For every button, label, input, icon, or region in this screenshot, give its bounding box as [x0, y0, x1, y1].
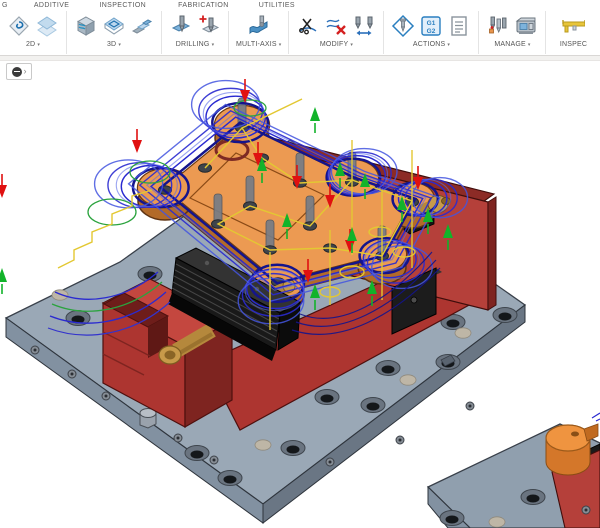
group-3d: 3D ▾: [67, 11, 162, 54]
group-label-modify[interactable]: MODIFY ▾: [320, 41, 353, 48]
2d-pocket-icon[interactable]: [7, 14, 31, 38]
adaptive-clearing-icon[interactable]: [74, 14, 98, 38]
browser-expand-button[interactable]: ›: [6, 63, 32, 80]
chevron-down-icon: ▾: [278, 41, 282, 48]
drill-icon[interactable]: [169, 14, 193, 38]
group-label-3d[interactable]: 3D ▾: [107, 41, 121, 48]
toolbar-tab-strip: G ADDITIVE INSPECTION FABRICATION UTILIT…: [0, 0, 600, 11]
face-icon[interactable]: [35, 14, 59, 38]
simulate-icon[interactable]: [391, 14, 415, 38]
toolbar-lower-strip: [0, 56, 600, 61]
3d-pocket-icon[interactable]: [102, 14, 126, 38]
group-drilling: DRILLING ▾: [162, 11, 229, 54]
browser-bullet-icon: [11, 66, 22, 77]
viewport-3d[interactable]: [0, 0, 600, 528]
machine-library-icon[interactable]: [514, 14, 538, 38]
group-manage: MANAGE ▾: [479, 11, 547, 54]
manufacture-toolbar: G ADDITIVE INSPECTION FABRICATION UTILIT…: [0, 0, 600, 56]
group-label-drilling[interactable]: DRILLING ▾: [176, 41, 215, 48]
chevron-down-icon: ▾: [211, 41, 215, 48]
group-2d: 2D ▾: [0, 11, 67, 54]
group-inspection: INSPEC: [546, 11, 600, 54]
chevron-down-icon: ▾: [527, 41, 531, 48]
probe-icon[interactable]: [561, 14, 586, 38]
group-actions: G1 G2 ACTIONS ▾: [384, 11, 480, 54]
group-label-manage[interactable]: MANAGE ▾: [494, 41, 530, 48]
svg-text:G1: G1: [427, 20, 436, 27]
chevron-down-icon: ▾: [37, 41, 41, 48]
chevron-down-icon: ▾: [350, 41, 354, 48]
tap-icon[interactable]: [197, 14, 221, 38]
group-modify: MODIFY ▾: [289, 11, 385, 54]
delete-toolpath-icon[interactable]: [324, 14, 348, 38]
tab-additive[interactable]: ADDITIVE: [34, 2, 69, 9]
svg-text:G2: G2: [427, 28, 436, 35]
swarf-icon[interactable]: [247, 14, 271, 38]
tab-inspection[interactable]: INSPECTION: [99, 2, 146, 9]
group-label-2d[interactable]: 2D ▾: [26, 41, 40, 48]
group-label-multi-axis[interactable]: MULTI-AXIS ▾: [236, 41, 281, 48]
ramp-icon[interactable]: [130, 14, 154, 38]
tab-fabrication[interactable]: FABRICATION: [178, 2, 229, 9]
exchange-tool-icon[interactable]: [352, 14, 376, 38]
post-process-icon[interactable]: G1 G2: [419, 14, 443, 38]
group-multi-axis: MULTI-AXIS ▾: [229, 11, 290, 54]
chevron-right-icon: ›: [23, 66, 27, 76]
setup-sheet-icon[interactable]: [447, 14, 471, 38]
tool-library-icon[interactable]: [486, 14, 510, 38]
tab-utilities[interactable]: UTILITIES: [259, 2, 295, 9]
chevron-down-icon: ▾: [118, 41, 122, 48]
chevron-down-icon: ▾: [447, 41, 451, 48]
hex-bolt: [139, 408, 157, 429]
tab-milling-partial[interactable]: G: [2, 2, 8, 9]
trim-toolpath-icon[interactable]: [296, 14, 320, 38]
group-label-inspection[interactable]: INSPEC: [560, 41, 587, 48]
group-label-actions[interactable]: ACTIONS ▾: [413, 41, 450, 48]
